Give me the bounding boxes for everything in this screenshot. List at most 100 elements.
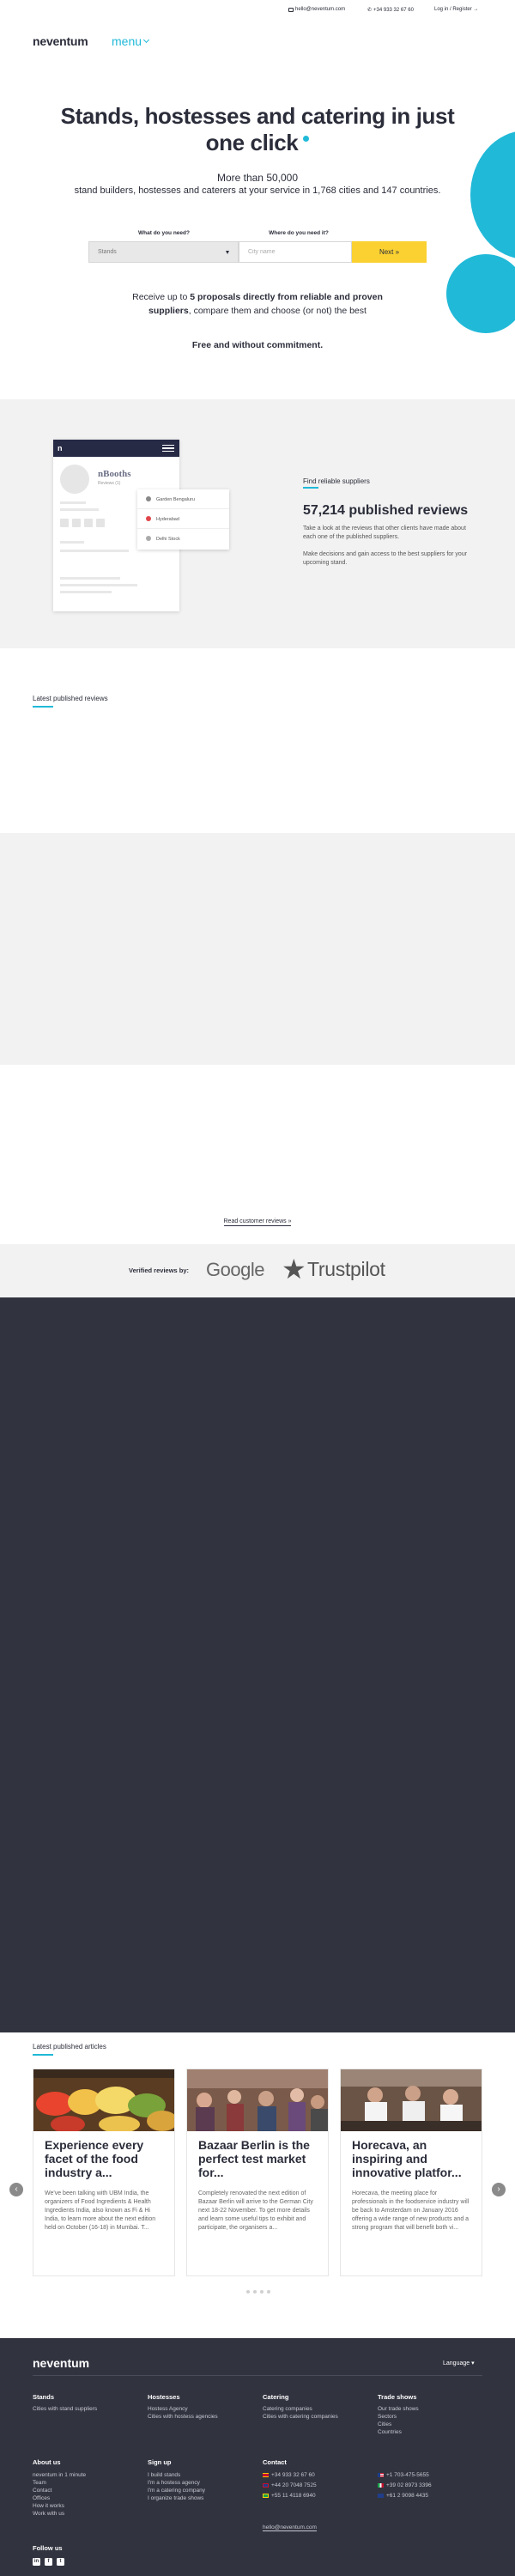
footer-link[interactable]: Countries	[378, 2428, 402, 2437]
service-select[interactable]: Stands	[88, 241, 239, 263]
find-suppliers-label: Find reliable suppliers	[303, 477, 370, 485]
footer-phone-number: +39 02 8973 3396	[386, 2482, 432, 2488]
city-input[interactable]	[239, 241, 352, 263]
mockup-avatar	[60, 465, 89, 494]
italy-flag-icon	[378, 2482, 384, 2488]
logo[interactable]: neventum	[33, 34, 88, 48]
reviews-description: Take a look at the reviews that other cl…	[303, 526, 466, 540]
phone-link[interactable]: ✆ +34 933 32 67 60	[367, 7, 414, 14]
article-card[interactable]: Bazaar Berlin is the perfect test market…	[186, 2069, 329, 2276]
mockup-logo: n	[58, 444, 63, 453]
email-link[interactable]: hello@neventum.com	[288, 7, 345, 12]
footer-link[interactable]: I organize trade shows	[148, 2494, 203, 2503]
latest-reviews-label: Latest published reviews	[33, 695, 108, 702]
read-reviews-text: Read customer reviews »	[223, 1218, 292, 1226]
hero-title-text: Stands, hostesses and catering in just o…	[60, 103, 455, 155]
google-logo: Google	[206, 1259, 264, 1280]
footer-follow-heading: Follow us	[33, 2544, 63, 2552]
footer-link[interactable]: Cities with catering companies	[263, 2413, 338, 2421]
mockup-square	[84, 519, 93, 527]
mockup-line	[60, 501, 86, 504]
latest-articles-label: Latest published articles	[33, 2043, 106, 2050]
footer-phone-number: +34 933 32 67 60	[271, 2472, 315, 2478]
mockup-line	[60, 508, 99, 511]
footer-logo[interactable]: neventum	[33, 2356, 89, 2370]
footer-phone[interactable]: +44 20 7048 7525	[263, 2482, 317, 2490]
footer-phone-number: +61 2 9098 4435	[386, 2493, 428, 2499]
read-reviews-link[interactable]: Read customer reviews »	[0, 1218, 515, 1226]
article-card[interactable]: Horecava, an inspiring and innovative pl…	[340, 2069, 482, 2276]
footer-email-link[interactable]: hello@neventum.com	[263, 2524, 317, 2531]
label-underline	[303, 487, 318, 489]
decorative-circle	[446, 254, 515, 333]
promo-text: Receive up to 5 proposals directly from …	[129, 290, 386, 318]
top-bar: hello@neventum.com ✆ +34 933 32 67 60 Lo…	[0, 0, 515, 19]
carousel-next-button[interactable]: ›	[492, 2183, 506, 2196]
promo-text-pre: Receive up to	[132, 292, 191, 302]
pager-dot[interactable]	[267, 2290, 270, 2293]
hero-subtitle-line: stand builders, hostesses and caterers a…	[74, 185, 441, 196]
article-image	[187, 2069, 328, 2131]
label-underline	[33, 2054, 53, 2056]
promo-text-post: , compare them and choose (or not) the b…	[188, 306, 367, 316]
service-select-value: Stands	[98, 249, 117, 255]
mockup-square	[72, 519, 81, 527]
twitter-icon[interactable]: t	[57, 2558, 64, 2566]
mockup-line	[60, 584, 137, 586]
footer-phone[interactable]: +61 2 9098 4435	[378, 2492, 428, 2500]
footer-link[interactable]: Cities with stand suppliers	[33, 2405, 97, 2414]
caret-down-icon	[226, 251, 229, 254]
site-header: neventum menu	[0, 19, 515, 70]
login-link[interactable]: Log in / Register →	[434, 7, 478, 12]
mockup-square	[96, 519, 105, 527]
footer-phone[interactable]: +1 703-475-5655	[378, 2471, 429, 2480]
footer-link[interactable]: Cities with hostess agencies	[148, 2413, 218, 2421]
mockup-navbar: n	[53, 440, 179, 457]
pager-dot[interactable]	[253, 2290, 257, 2293]
footer-phone[interactable]: +34 933 32 67 60	[263, 2471, 315, 2480]
carousel-pager	[246, 2290, 270, 2293]
article-image	[341, 2069, 482, 2131]
article-card[interactable]: Experience every facet of the food indus…	[33, 2069, 175, 2276]
mockup-line	[60, 577, 120, 580]
free-text: Free and without commitment.	[191, 340, 324, 350]
hamburger-icon	[162, 445, 174, 452]
location-icon	[146, 536, 151, 541]
trustpilot-logo: Trustpilot	[307, 1258, 385, 1280]
footer-link[interactable]: Work with us	[33, 2510, 64, 2518]
language-selector[interactable]: Language ▾	[443, 2360, 475, 2366]
trustpilot-star-icon: ★	[282, 1254, 306, 1285]
facebook-icon[interactable]: f	[45, 2558, 52, 2566]
footer-phone-number: +44 20 7048 7525	[271, 2482, 317, 2488]
article-excerpt: Horecava, the meeting place for professi…	[352, 2190, 470, 2231]
linkedin-icon[interactable]: in	[33, 2558, 40, 2566]
pager-dot[interactable]	[246, 2290, 250, 2293]
chevron-down-icon	[142, 36, 150, 44]
footer-heading-trade-shows: Trade shows	[378, 2393, 417, 2401]
mail-icon	[288, 7, 294, 12]
reviews-count-title: 57,214 published reviews	[303, 503, 469, 518]
reviews-carousel	[0, 833, 515, 1065]
footer-phone[interactable]: +39 02 8973 3396	[378, 2482, 432, 2490]
verified-label: Verified reviews by:	[129, 1267, 190, 1274]
phone-icon: ✆	[367, 8, 373, 13]
pager-dot[interactable]	[260, 2290, 264, 2293]
next-button[interactable]: Next »	[352, 241, 427, 263]
footer-phone-number: +1 703-475-5655	[386, 2472, 429, 2478]
article-title: Experience every facet of the food indus…	[45, 2138, 144, 2179]
footer-heading-contact: Contact	[263, 2458, 287, 2466]
mockup-city-name: Hyderabad	[156, 517, 179, 522]
mockup-line	[60, 541, 84, 544]
article-image	[33, 2069, 174, 2131]
mockup-city-row: Delhi Stock	[137, 529, 229, 549]
usa-flag-icon	[378, 2472, 384, 2477]
carousel-prev-button[interactable]: ‹	[9, 2183, 23, 2196]
reviews-promo-section: n nBooths Reviews (1) Garden Bengaluru H…	[0, 399, 515, 648]
mockup-city-name: Delhi Stock	[156, 537, 180, 542]
article-excerpt: Completely renovated the next edition of…	[198, 2190, 313, 2231]
footer-phone[interactable]: +55 11 4118 6940	[263, 2492, 316, 2500]
footer-heading-signup: Sign up	[148, 2458, 172, 2466]
reviews-description-2: Make decisions and gain access to the be…	[303, 551, 468, 566]
site-footer: neventum Language ▾ Stands Cities with s…	[0, 2338, 515, 2576]
menu-button[interactable]: menu	[112, 34, 150, 48]
